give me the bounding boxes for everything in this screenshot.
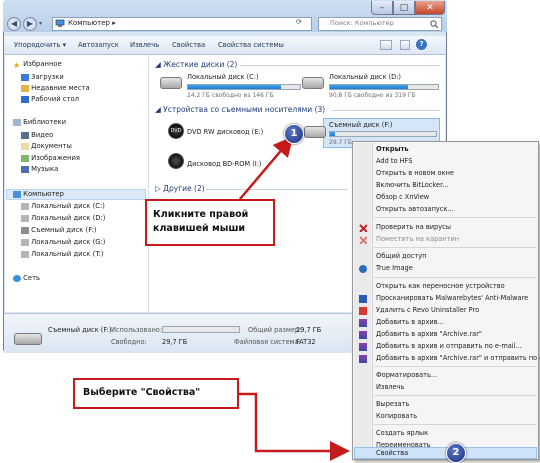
step-badge-2: 2 — [446, 443, 466, 463]
step-badge-1: 1 — [284, 124, 304, 144]
callout-right-click: Кликните правой клавишей мыши — [145, 199, 275, 246]
callout-choose-properties: Выберите "Свойства" — [73, 378, 239, 409]
arrow-to-properties — [239, 392, 350, 461]
arrow-to-disk-f — [239, 136, 294, 200]
